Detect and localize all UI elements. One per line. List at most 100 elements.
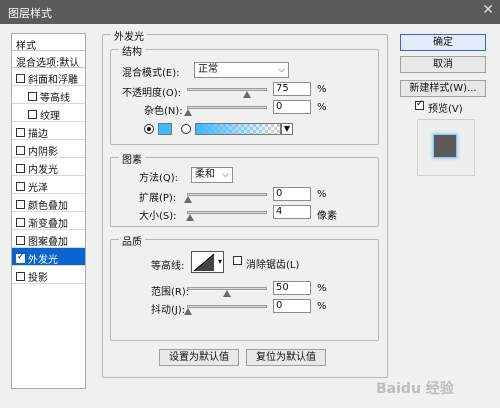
- style-checkbox[interactable]: [16, 181, 25, 191]
- size-slider[interactable]: [185, 211, 267, 221]
- style-list-item[interactable]: 内发光: [12, 158, 85, 176]
- technique-label: 方法(Q):: [139, 173, 179, 184]
- style-checkbox[interactable]: [16, 199, 25, 209]
- anti-alias-checkbox[interactable]: [233, 256, 242, 265]
- style-list-header[interactable]: 样式: [12, 34, 85, 52]
- make-default-button[interactable]: 设置为默认值: [159, 349, 239, 366]
- noise-label: 杂色(N):: [144, 106, 183, 117]
- technique-select[interactable]: 柔和 ⌵: [191, 167, 233, 183]
- opacity-label: 不透明度(O):: [122, 88, 182, 99]
- size-label: 大小(S):: [139, 211, 177, 222]
- glow-gradient-picker[interactable]: [195, 123, 281, 135]
- watermark-text: Baidu 经验: [376, 381, 454, 397]
- style-item-label: 光泽: [28, 182, 48, 194]
- range-slider[interactable]: [187, 287, 267, 297]
- style-checkbox[interactable]: [16, 73, 25, 83]
- close-icon[interactable]: ✕: [482, 2, 494, 18]
- size-unit: 像素: [317, 211, 337, 222]
- contour-dropdown-arrow-icon[interactable]: ▾: [218, 257, 222, 266]
- style-list-item[interactable]: 外发光: [12, 248, 85, 266]
- contour-picker[interactable]: ▾: [191, 251, 224, 273]
- size-slider-thumb[interactable]: [185, 214, 194, 221]
- opacity-slider-thumb[interactable]: [242, 91, 251, 98]
- structure-title: 结构: [119, 43, 145, 58]
- title-bar: 图层样式 ✕: [0, 0, 500, 24]
- blend-mode-label: 混合模式(E):: [122, 68, 180, 79]
- spread-unit: %: [317, 189, 327, 200]
- opacity-slider[interactable]: [187, 88, 267, 98]
- style-list-item[interactable]: 斜面和浮雕: [12, 68, 85, 86]
- preview-label: 预览(V): [428, 104, 463, 115]
- range-input[interactable]: 50: [273, 281, 311, 295]
- style-checkbox[interactable]: [16, 217, 25, 227]
- style-checkbox[interactable]: [28, 109, 37, 119]
- style-checkbox[interactable]: [16, 252, 25, 263]
- style-list-item[interactable]: 纹理: [12, 104, 85, 122]
- window-title: 图层样式: [8, 7, 52, 20]
- jitter-slider-thumb[interactable]: [184, 308, 192, 315]
- style-list-item[interactable]: 投影: [12, 266, 85, 284]
- solid-color-radio[interactable]: [144, 124, 154, 134]
- jitter-label: 抖动(J):: [151, 305, 186, 316]
- spread-input[interactable]: 0: [273, 187, 311, 201]
- jitter-input[interactable]: 0: [273, 299, 311, 313]
- style-item-label: 等高线: [40, 92, 70, 104]
- style-checkbox[interactable]: [16, 163, 25, 173]
- size-input[interactable]: 4: [273, 205, 311, 219]
- gradient-radio[interactable]: [181, 124, 191, 134]
- style-item-label: 描边: [28, 128, 48, 140]
- glow-color-swatch[interactable]: [158, 123, 172, 135]
- style-checkbox[interactable]: [16, 127, 25, 137]
- noise-input[interactable]: 0: [273, 100, 311, 114]
- jitter-slider[interactable]: [184, 305, 267, 315]
- new-style-button[interactable]: 新建样式(W)...: [400, 80, 486, 97]
- spread-slider[interactable]: [184, 193, 267, 203]
- technique-value: 柔和: [195, 169, 215, 180]
- style-list-item[interactable]: 描边: [12, 122, 85, 140]
- style-item-label: 图案叠加: [28, 236, 68, 248]
- preview-thumbnail: [433, 134, 457, 158]
- style-list-item[interactable]: 颜色叠加: [12, 194, 85, 212]
- style-preview: [417, 119, 475, 176]
- style-list-item[interactable]: 等高线: [12, 86, 85, 104]
- style-list-item[interactable]: 图案叠加: [12, 230, 85, 248]
- style-list-item[interactable]: 内阴影: [12, 140, 85, 158]
- style-item-label: 渐变叠加: [28, 218, 68, 230]
- gradient-dropdown-arrow-icon[interactable]: ▼: [281, 123, 293, 135]
- anti-alias-label: 消除锯齿(L): [246, 260, 300, 271]
- outer-glow-title: 外发光: [111, 28, 147, 43]
- quality-group: 品质 等高线: ▾ 消除锯齿(L) 范围(R): 50 % 抖动(J): 0 %: [110, 233, 379, 341]
- preview-checkbox[interactable]: [415, 99, 424, 110]
- range-slider-thumb[interactable]: [223, 290, 231, 297]
- style-checkbox[interactable]: [16, 235, 25, 245]
- blend-mode-value: 正常: [198, 64, 218, 75]
- noise-slider[interactable]: [184, 106, 267, 116]
- blend-mode-select[interactable]: 正常 ⌵: [194, 62, 289, 78]
- style-list-item[interactable]: 渐变叠加: [12, 212, 85, 230]
- quality-title: 品质: [119, 233, 145, 248]
- range-unit: %: [317, 283, 327, 294]
- chevron-down-icon: ⌵: [278, 65, 285, 75]
- jitter-unit: %: [317, 301, 327, 312]
- style-list: 样式 混合选项:默认 斜面和浮雕等高线纹理描边 内阴影内发光光泽 颜色叠加渐变叠加图…: [11, 33, 86, 389]
- style-list-item[interactable]: 光泽: [12, 176, 85, 194]
- opacity-input[interactable]: 75: [273, 82, 311, 96]
- ok-button[interactable]: 确定: [400, 34, 486, 51]
- reset-default-button[interactable]: 复位为默认值: [246, 349, 326, 366]
- spread-slider-thumb[interactable]: [184, 196, 192, 203]
- layer-style-dialog: 样式 混合选项:默认 斜面和浮雕 等高线 纹理 描边 内阴影 内发光 光泽 颜色叠加 渐变叠加图…: [0, 24, 500, 408]
- style-item-label: 内发光: [28, 164, 58, 176]
- style-checkbox[interactable]: [28, 91, 37, 101]
- cancel-button[interactable]: 取消: [400, 56, 486, 73]
- outer-glow-panel: 外发光 结构 混合模式(E): 正常 ⌵ 不透明度(O): 75 % 杂色(N)…: [102, 28, 388, 378]
- style-checkbox[interactable]: [16, 145, 25, 155]
- elements-title: 图素: [119, 151, 145, 166]
- style-item-label: 斜面和浮雕: [28, 74, 78, 86]
- style-item-label: 纹理: [40, 110, 60, 122]
- blend-options-item[interactable]: 混合选项:默认: [12, 51, 85, 68]
- contour-label: 等高线:: [151, 261, 185, 272]
- chevron-down-icon: ⌵: [222, 170, 229, 180]
- style-checkbox[interactable]: [16, 271, 25, 281]
- spread-label: 扩展(P):: [139, 193, 177, 204]
- noise-slider-thumb[interactable]: [184, 109, 192, 116]
